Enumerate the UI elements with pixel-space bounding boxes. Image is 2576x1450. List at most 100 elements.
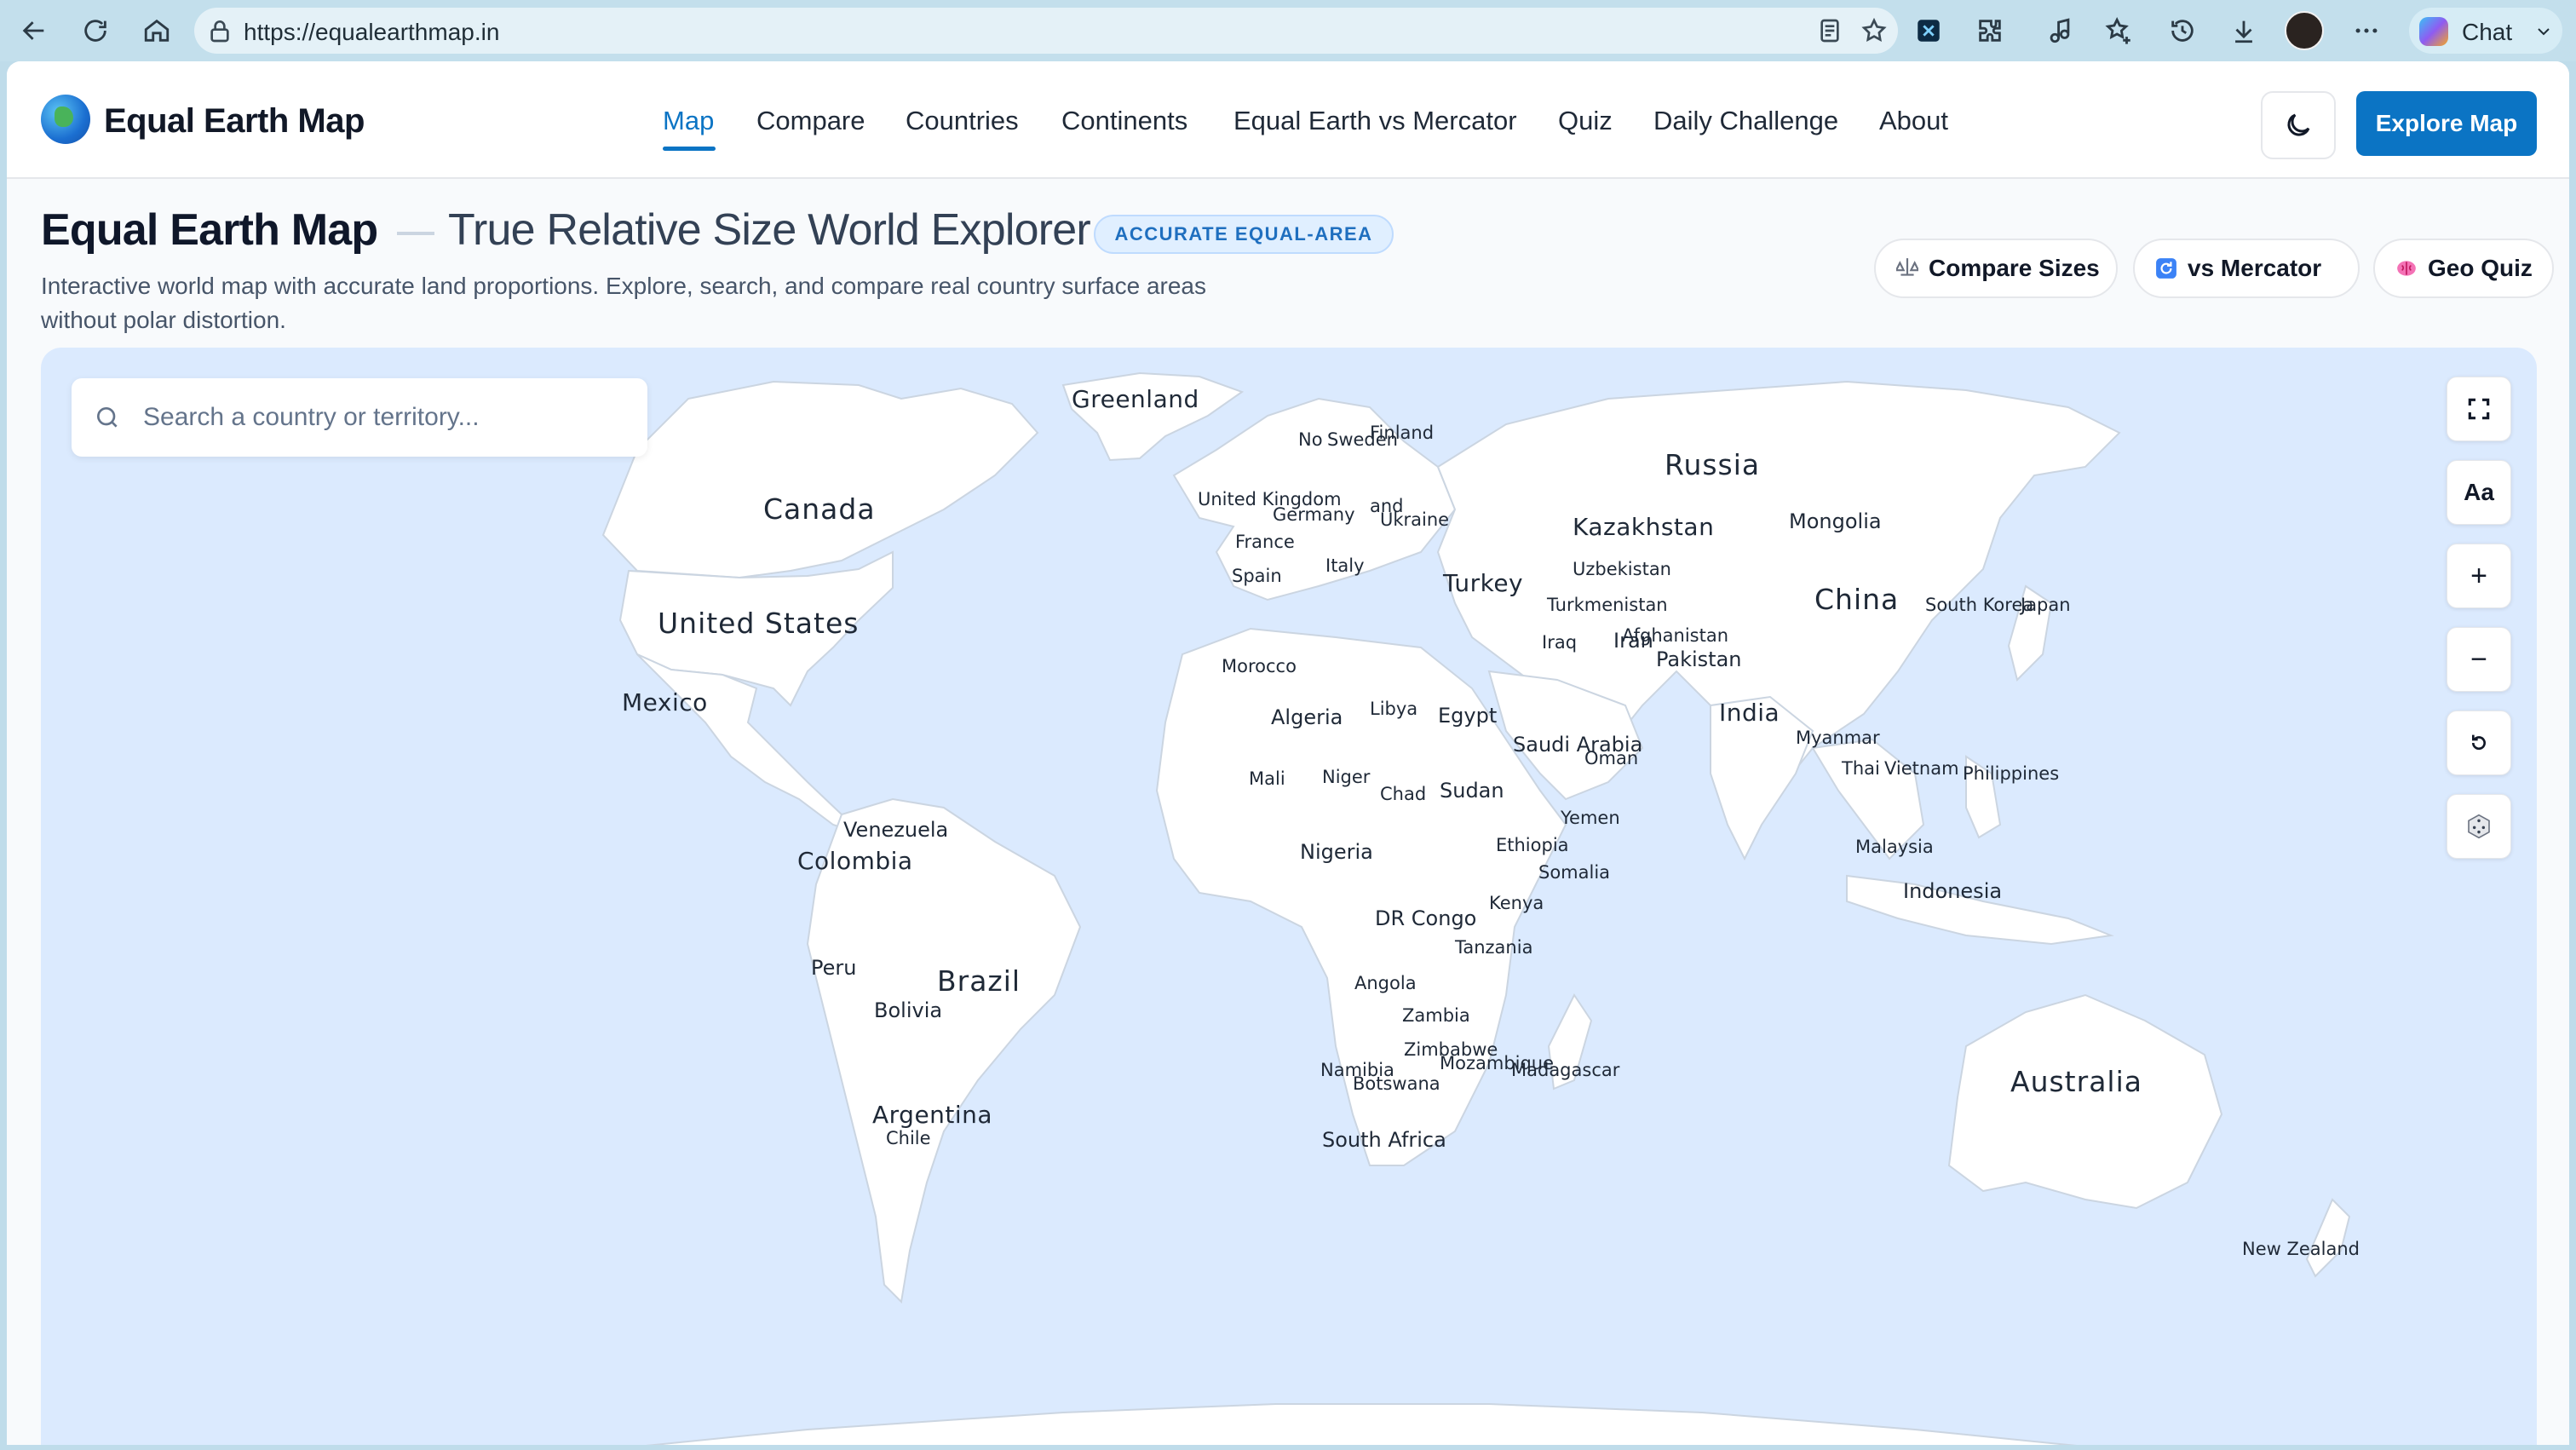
map-label-mongolia[interactable]: Mongolia <box>1789 509 1882 533</box>
map-label-brazil[interactable]: Brazil <box>937 964 1021 998</box>
nav-continents[interactable]: Continents <box>1061 106 1187 136</box>
map-label-japan[interactable]: Japan <box>2021 595 2071 615</box>
nav-countries[interactable]: Countries <box>906 106 1019 136</box>
lock-icon[interactable] <box>206 17 233 44</box>
nav-about[interactable]: About <box>1879 106 1948 136</box>
map-label-philippines[interactable]: Philippines <box>1963 763 2059 784</box>
nav-compare[interactable]: Compare <box>756 106 865 136</box>
zoom-out-button[interactable]: − <box>2447 627 2511 692</box>
map-label-angola[interactable]: Angola <box>1354 973 1417 993</box>
extension-icon[interactable] <box>1908 10 1949 51</box>
map-label-algeria[interactable]: Algeria <box>1271 705 1343 729</box>
map-label-south-africa[interactable]: South Africa <box>1322 1128 1446 1152</box>
more-icon[interactable] <box>2346 10 2387 51</box>
media-icon[interactable] <box>2039 10 2080 51</box>
download-icon[interactable] <box>2223 10 2264 51</box>
map-label-norway[interactable]: No <box>1298 429 1323 450</box>
map-label-new-zealand[interactable]: New Zealand <box>2242 1239 2360 1259</box>
back-arrow-icon[interactable] <box>14 10 55 51</box>
compare-sizes-button[interactable]: Compare Sizes <box>1874 239 2118 298</box>
map-label-libya[interactable]: Libya <box>1370 699 1417 719</box>
map-label-vietnam[interactable]: Vietnam <box>1884 758 1959 779</box>
map-label-indonesia[interactable]: Indonesia <box>1903 879 2002 903</box>
map-label-greenland[interactable]: Greenland <box>1072 385 1199 413</box>
vs-mercator-button[interactable]: vs Mercator <box>2133 239 2360 298</box>
map-label-pakistan[interactable]: Pakistan <box>1656 647 1742 671</box>
map-label-turkmenistan[interactable]: Turkmenistan <box>1547 595 1668 615</box>
nav-daily-challenge[interactable]: Daily Challenge <box>1653 106 1838 136</box>
map-label-chad[interactable]: Chad <box>1380 784 1426 804</box>
map-label-zambia[interactable]: Zambia <box>1402 1005 1470 1026</box>
map-label-united-states[interactable]: United States <box>658 607 859 640</box>
star-icon[interactable] <box>1860 17 1888 44</box>
copilot-chat-button[interactable]: Chat <box>2409 8 2562 54</box>
map-label-russia[interactable]: Russia <box>1665 448 1760 481</box>
country-search[interactable] <box>72 378 647 457</box>
brand-name[interactable]: Equal Earth Map <box>104 102 365 141</box>
geo-quiz-button[interactable]: Geo Quiz <box>2373 239 2554 298</box>
map-label-thailand[interactable]: Thai <box>1842 758 1880 779</box>
explore-map-button[interactable]: Explore Map <box>2356 91 2537 156</box>
map-label-turkey[interactable]: Turkey <box>1443 569 1523 597</box>
map-label-mexico[interactable]: Mexico <box>622 688 708 716</box>
avatar[interactable] <box>2285 11 2324 50</box>
url-text[interactable]: https://equalearthmap.in <box>244 19 499 46</box>
map-label-south-korea[interactable]: South Korea <box>1925 595 2033 615</box>
country-new-zealand[interactable] <box>2305 1198 2351 1278</box>
map-label-dr-congo[interactable]: DR Congo <box>1375 906 1476 930</box>
map-label-madagascar[interactable]: Madagascar <box>1511 1060 1619 1080</box>
continent-antarctica[interactable] <box>552 1403 2171 1445</box>
search-input[interactable] <box>143 395 620 440</box>
map-label-malaysia[interactable]: Malaysia <box>1855 837 1934 857</box>
fullscreen-button[interactable] <box>2447 377 2511 441</box>
nav-map[interactable]: Map <box>663 106 714 136</box>
reload-icon[interactable] <box>75 10 116 51</box>
map-label-yemen[interactable]: Yemen <box>1561 808 1620 828</box>
map-label-venezuela[interactable]: Venezuela <box>843 818 948 842</box>
map-label-sudan[interactable]: Sudan <box>1440 779 1504 803</box>
map-label-germany[interactable]: Germany <box>1273 504 1355 525</box>
map-label-france[interactable]: France <box>1235 532 1295 552</box>
theme-toggle-button[interactable] <box>2261 91 2336 159</box>
map-label-kenya[interactable]: Kenya <box>1489 893 1544 913</box>
country-canada[interactable] <box>601 380 1039 579</box>
map-label-peru[interactable]: Peru <box>811 956 856 980</box>
map-label-botswana[interactable]: Botswana <box>1353 1073 1440 1094</box>
random-country-button[interactable] <box>2447 794 2511 859</box>
map-label-kazakhstan[interactable]: Kazakhstan <box>1573 513 1714 541</box>
map-label-morocco[interactable]: Morocco <box>1222 656 1297 676</box>
map-label-bolivia[interactable]: Bolivia <box>874 998 942 1022</box>
map-label-spain[interactable]: Spain <box>1232 566 1282 586</box>
puzzle-icon[interactable] <box>1969 10 2010 51</box>
history-icon[interactable] <box>2162 10 2203 51</box>
country-australia[interactable] <box>1947 993 2223 1210</box>
map-label-colombia[interactable]: Colombia <box>797 847 913 875</box>
zoom-in-button[interactable]: + <box>2447 544 2511 608</box>
map-label-argentina[interactable]: Argentina <box>872 1101 992 1129</box>
map-label-chile[interactable]: Chile <box>886 1128 931 1148</box>
map-label-china[interactable]: China <box>1814 583 1899 616</box>
map-label-iran[interactable]: Iran <box>1613 629 1653 653</box>
nav-equal-earth-vs-mercator[interactable]: Equal Earth vs Mercator <box>1233 106 1517 136</box>
address-bar[interactable]: https://equalearthmap.in <box>194 8 1898 54</box>
map-label-uzbekistan[interactable]: Uzbekistan <box>1573 559 1671 579</box>
map-label-somalia[interactable]: Somalia <box>1538 862 1610 883</box>
favorites-icon[interactable] <box>2099 10 2140 51</box>
globe-logo-icon[interactable] <box>41 95 90 144</box>
map-label-myanmar[interactable]: Myanmar <box>1796 728 1880 748</box>
reset-view-button[interactable] <box>2447 711 2511 775</box>
map-label-mali[interactable]: Mali <box>1249 768 1285 789</box>
map-label-niger[interactable]: Niger <box>1322 767 1370 787</box>
label-size-button[interactable]: Aa <box>2447 460 2511 525</box>
reader-icon[interactable] <box>1816 17 1843 44</box>
map-label-nigeria[interactable]: Nigeria <box>1300 840 1373 864</box>
map-label-oman[interactable]: Oman <box>1584 748 1638 768</box>
home-icon[interactable] <box>136 10 177 51</box>
map-label-ukraine[interactable]: Ukraine <box>1380 509 1449 530</box>
chevron-down-icon[interactable] <box>2533 21 2554 42</box>
map-label-australia[interactable]: Australia <box>2010 1065 2142 1098</box>
map-label-egypt[interactable]: Egypt <box>1438 704 1497 728</box>
map-label-italy[interactable]: Italy <box>1325 555 1365 576</box>
map-label-india[interactable]: India <box>1719 699 1780 727</box>
map-label-tanzania[interactable]: Tanzania <box>1455 937 1532 958</box>
